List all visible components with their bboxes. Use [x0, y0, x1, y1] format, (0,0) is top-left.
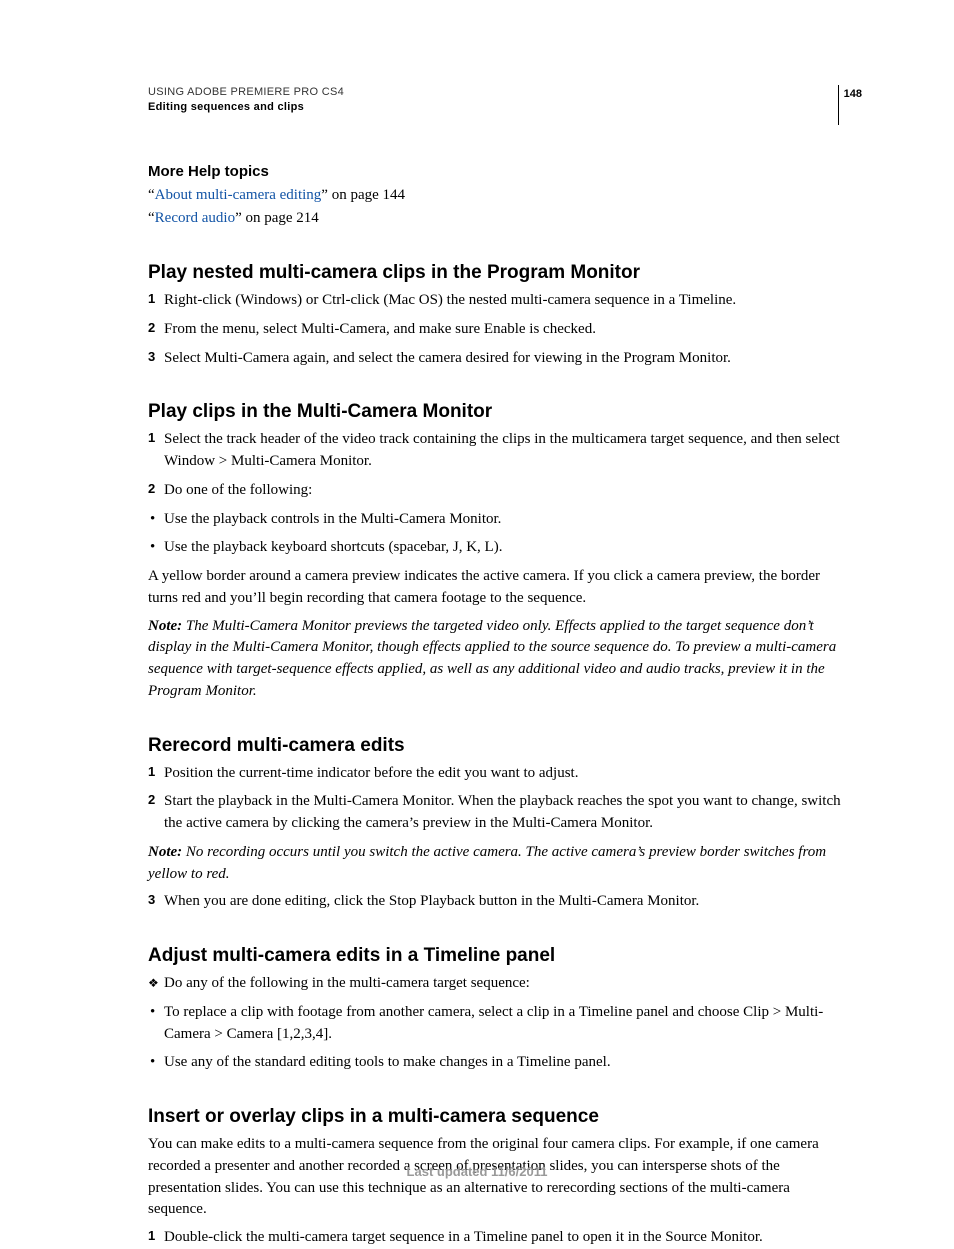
step: Right-click (Windows) or Ctrl-click (Mac… — [148, 290, 844, 312]
step: Double-click the multi-camera target seq… — [148, 1227, 844, 1249]
diamond-list: Do any of the following in the multi-cam… — [148, 973, 844, 995]
header-product: USING ADOBE PREMIERE PRO CS4 — [148, 85, 844, 100]
bullet-list: To replace a clip with footage from anot… — [148, 1002, 844, 1074]
bullet: To replace a clip with footage from anot… — [148, 1002, 844, 1046]
bullet-list: Use the playback controls in the Multi-C… — [148, 509, 844, 560]
note-body: The Multi-Camera Monitor previews the ta… — [148, 618, 836, 699]
step: Select the track header of the video tra… — [148, 429, 844, 473]
link-suffix: ” on page 214 — [235, 210, 319, 226]
bullet: Use the playback controls in the Multi-C… — [148, 509, 844, 531]
section-rerecord: Rerecord multi-camera edits Position the… — [148, 735, 844, 914]
bullet: Use the playback keyboard shortcuts (spa… — [148, 537, 844, 559]
section-title: Insert or overlay clips in a multi-camer… — [148, 1106, 844, 1128]
paragraph: A yellow border around a camera preview … — [148, 566, 844, 610]
section-play-clips: Play clips in the Multi-Camera Monitor S… — [148, 401, 844, 702]
note: Note: The Multi-Camera Monitor previews … — [148, 616, 844, 703]
quote-open: “ — [148, 210, 155, 226]
steps-list: Double-click the multi-camera target seq… — [148, 1227, 844, 1249]
more-help-title: More Help topics — [148, 163, 844, 180]
note-label: Note: — [148, 618, 182, 634]
more-help-topics: More Help topics “About multi-camera edi… — [148, 163, 844, 231]
step: Select Multi-Camera again, and select th… — [148, 348, 844, 370]
footer-updated: Last updated 11/6/2011 — [0, 1164, 954, 1179]
link-about-multicam[interactable]: About multi-camera editing — [155, 187, 322, 203]
step: Start the playback in the Multi-Camera M… — [148, 791, 844, 835]
steps-list: Right-click (Windows) or Ctrl-click (Mac… — [148, 290, 844, 369]
link-record-audio[interactable]: Record audio — [155, 210, 235, 226]
note-body: No recording occurs until you switch the… — [148, 844, 826, 882]
more-help-item: “Record audio” on page 214 — [148, 207, 844, 230]
section-title: Rerecord multi-camera edits — [148, 735, 844, 757]
diamond-item: Do any of the following in the multi-cam… — [148, 973, 844, 995]
step: When you are done editing, click the Sto… — [148, 891, 844, 913]
note-label: Note: — [148, 844, 182, 860]
running-header: USING ADOBE PREMIERE PRO CS4 Editing seq… — [148, 85, 844, 115]
link-suffix: ” on page 144 — [321, 187, 405, 203]
section-title: Adjust multi-camera edits in a Timeline … — [148, 945, 844, 967]
page: 148 USING ADOBE PREMIERE PRO CS4 Editing… — [0, 0, 954, 1235]
steps-list: Select the track header of the video tra… — [148, 429, 844, 501]
header-chapter: Editing sequences and clips — [148, 100, 844, 115]
steps-list: Position the current-time indicator befo… — [148, 763, 844, 835]
steps-list-cont: When you are done editing, click the Sto… — [148, 891, 844, 913]
quote-open: “ — [148, 187, 155, 203]
section-play-nested: Play nested multi-camera clips in the Pr… — [148, 262, 844, 369]
page-number: 148 — [844, 88, 862, 100]
bullet: Use any of the standard editing tools to… — [148, 1052, 844, 1074]
step: From the menu, select Multi-Camera, and … — [148, 319, 844, 341]
step: Position the current-time indicator befo… — [148, 763, 844, 785]
section-adjust-timeline: Adjust multi-camera edits in a Timeline … — [148, 945, 844, 1074]
note: Note: No recording occurs until you swit… — [148, 842, 844, 886]
step: Do one of the following: — [148, 480, 844, 502]
section-title: Play nested multi-camera clips in the Pr… — [148, 262, 844, 284]
more-help-item: “About multi-camera editing” on page 144 — [148, 184, 844, 207]
section-title: Play clips in the Multi-Camera Monitor — [148, 401, 844, 423]
header-side-rule — [838, 85, 839, 125]
